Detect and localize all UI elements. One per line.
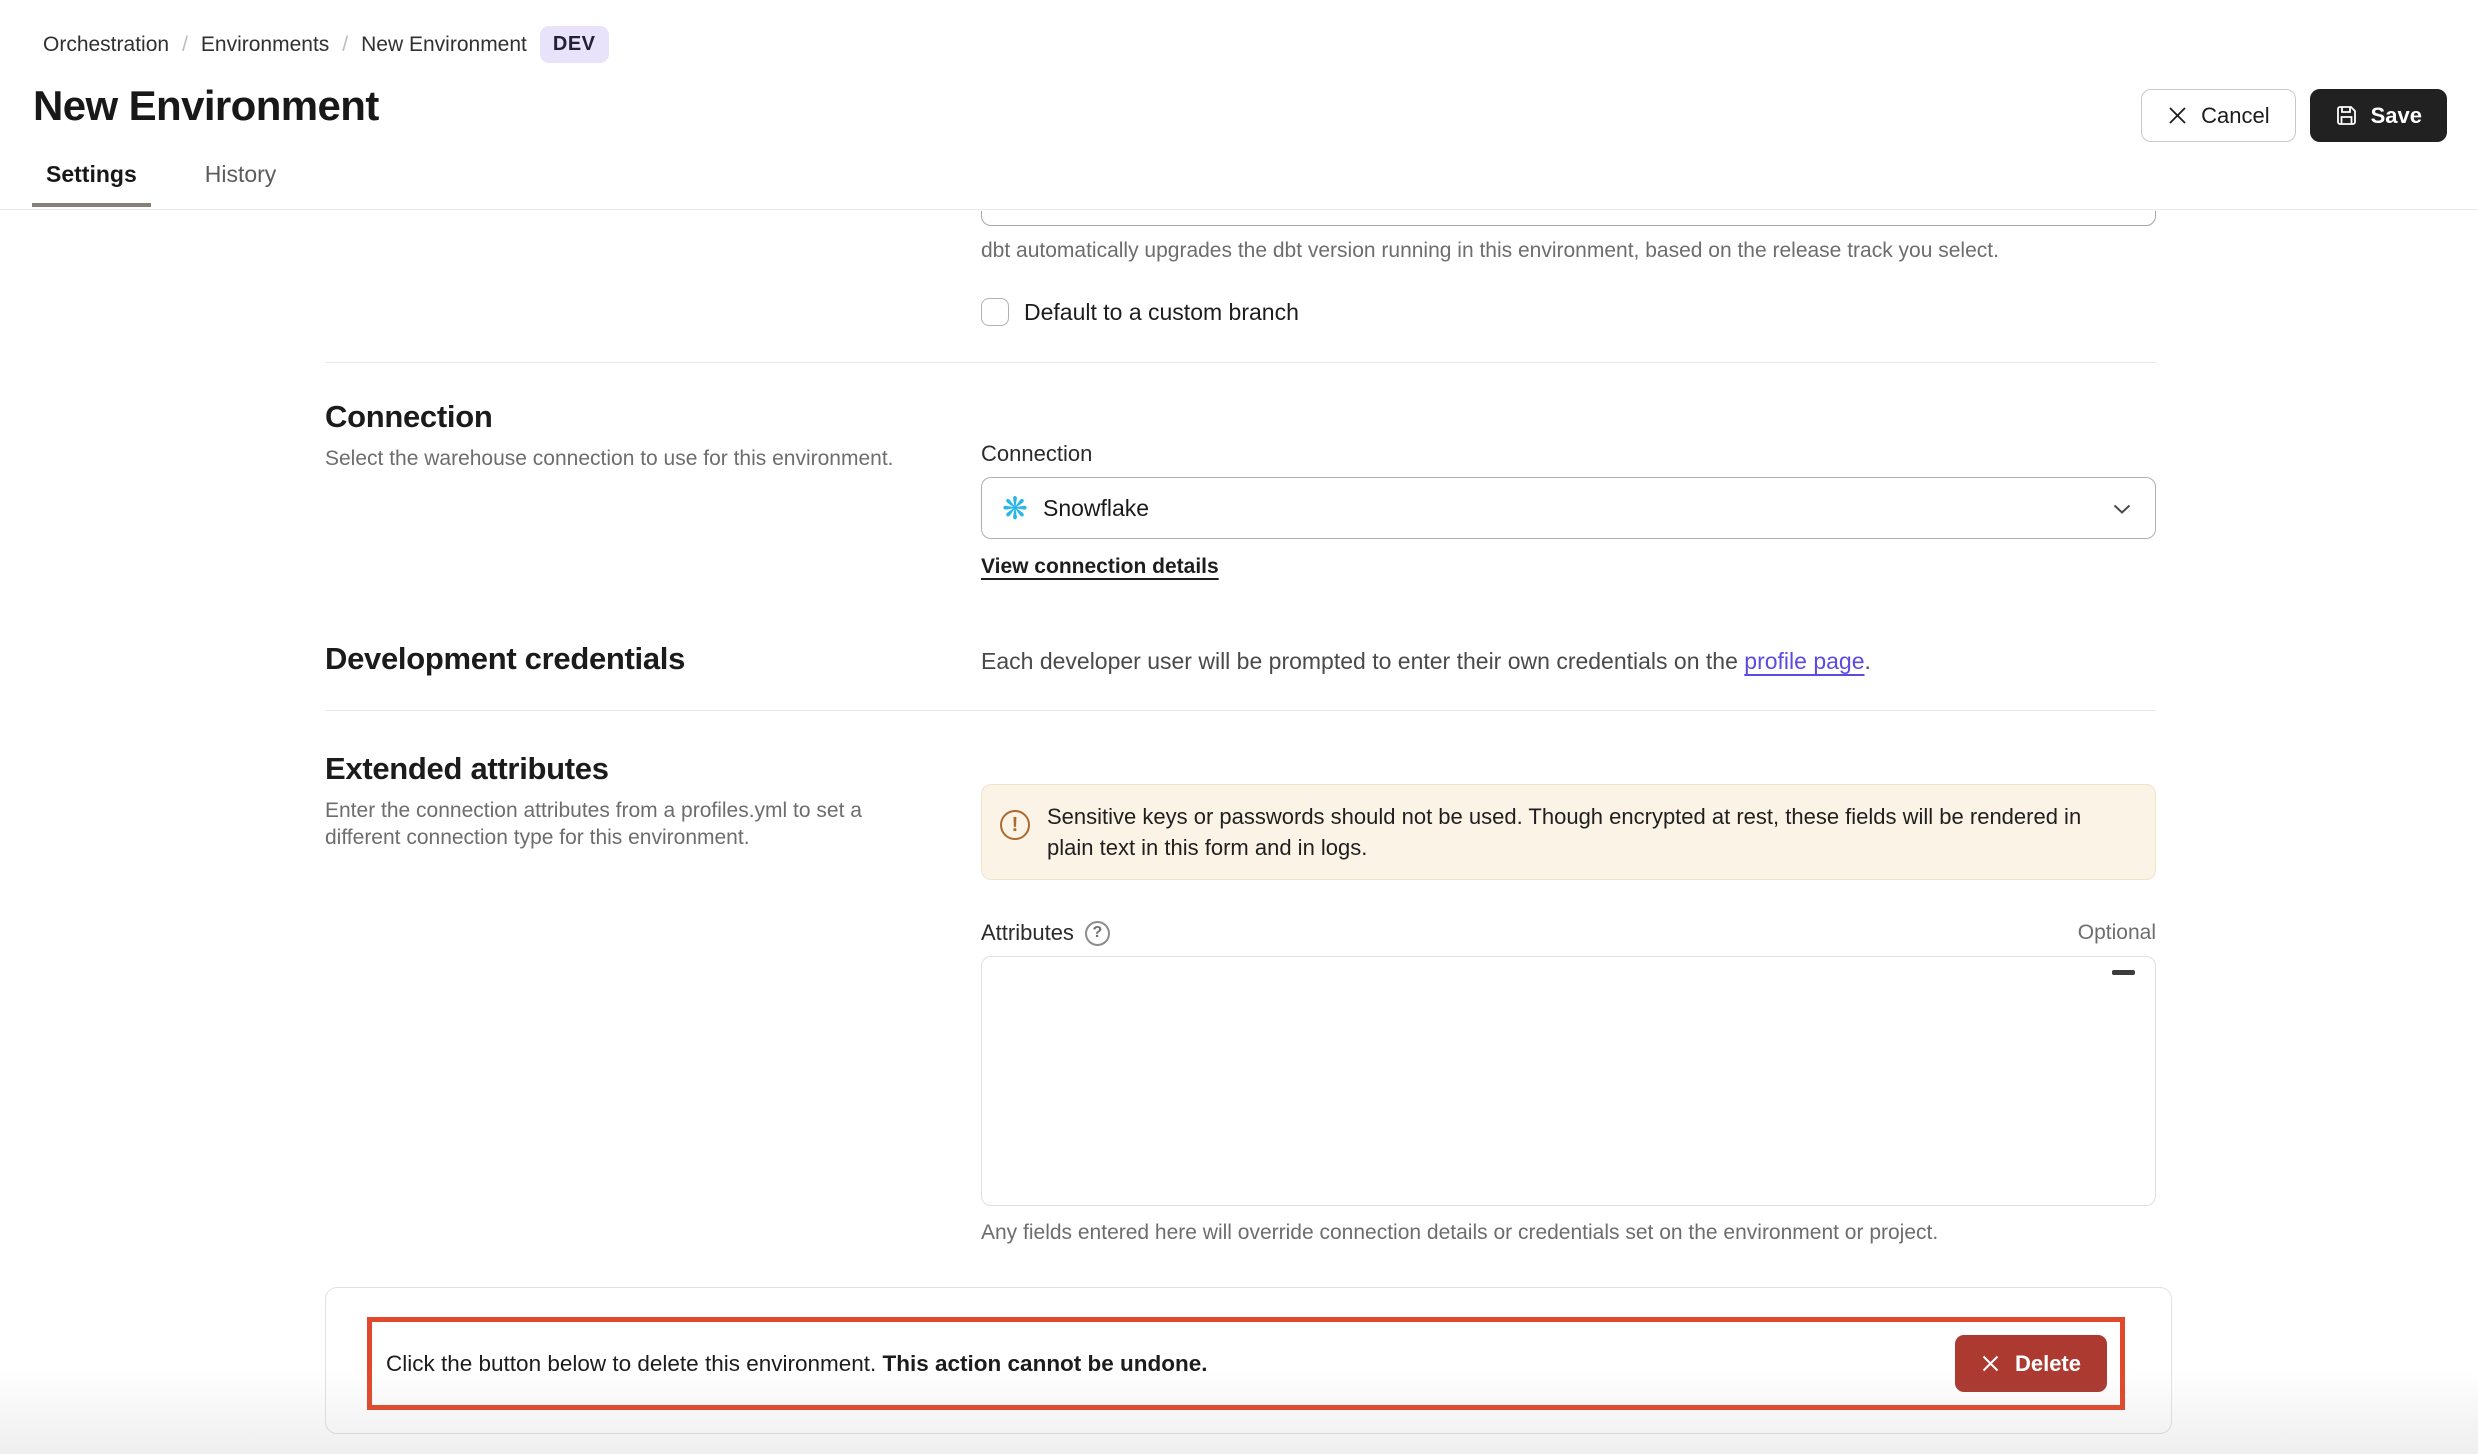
chevron-down-icon <box>2113 504 2131 514</box>
connection-heading: Connection <box>325 399 935 435</box>
dev-credentials-text: Each developer user will be prompted to … <box>981 641 2156 676</box>
tab-settings[interactable]: Settings <box>32 161 151 207</box>
extended-attributes-heading: Extended attributes <box>325 751 935 787</box>
custom-branch-checkbox[interactable] <box>981 298 1009 326</box>
profile-page-link[interactable]: profile page <box>1744 648 1864 674</box>
attributes-helper-text: Any fields entered here will override co… <box>981 1221 2156 1245</box>
cancel-button-label: Cancel <box>2201 103 2269 129</box>
breadcrumb: Orchestration / Environments / New Envir… <box>43 26 609 63</box>
release-track-helper-text: dbt automatically upgrades the dbt versi… <box>981 239 2156 263</box>
delete-button[interactable]: Delete <box>1955 1335 2107 1392</box>
dev-credentials-text-after: . <box>1864 648 1870 674</box>
optional-label: Optional <box>2078 921 2156 945</box>
close-icon <box>2167 105 2188 126</box>
env-dev-badge: DEV <box>540 26 609 63</box>
section-development-credentials: Development credentials Each developer u… <box>325 641 2156 677</box>
breadcrumb-separator: / <box>342 33 348 57</box>
view-connection-details-link[interactable]: View connection details <box>981 555 1219 579</box>
custom-branch-label: Default to a custom branch <box>1024 299 1299 326</box>
breadcrumb-separator: / <box>182 33 188 57</box>
release-track-input[interactable] <box>981 211 2156 226</box>
page-title: New Environment <box>33 82 379 130</box>
tab-history[interactable]: History <box>191 161 291 207</box>
close-icon <box>1981 1354 2000 1373</box>
section-extended-attributes: Extended attributes Enter the connection… <box>325 711 2156 1245</box>
tab-bar: Settings History <box>32 161 290 207</box>
connection-selected-value: Snowflake <box>1043 495 1149 522</box>
save-floppy-icon <box>2335 104 2358 127</box>
connection-select[interactable]: Snowflake <box>981 477 2156 539</box>
attributes-textarea[interactable] <box>981 956 2156 1206</box>
help-question-icon[interactable] <box>1085 921 1110 946</box>
custom-branch-row: Default to a custom branch <box>981 298 2156 326</box>
delete-button-label: Delete <box>2015 1351 2081 1377</box>
breadcrumb-item-new-environment[interactable]: New Environment <box>361 33 527 57</box>
connection-description: Select the warehouse connection to use f… <box>325 445 925 472</box>
warning-banner-text: Sensitive keys or passwords should not b… <box>1047 801 2131 863</box>
collapse-dash-icon[interactable] <box>2112 970 2135 975</box>
alert-circle-icon <box>1000 810 1030 840</box>
sensitive-keys-warning-banner: Sensitive keys or passwords should not b… <box>981 784 2156 880</box>
snowflake-icon <box>1002 493 1028 524</box>
connection-field-label: Connection <box>981 441 2156 467</box>
attributes-label: Attributes <box>981 920 1074 946</box>
delete-warning-text-bold: This action cannot be undone. <box>883 1351 1208 1376</box>
dev-credentials-heading: Development credentials <box>325 641 935 677</box>
header-actions: Cancel Save <box>2141 89 2447 142</box>
settings-form: dbt automatically upgrades the dbt versi… <box>325 210 2156 1434</box>
release-track-input-clipped <box>981 211 2156 226</box>
dev-credentials-text-before: Each developer user will be prompted to … <box>981 648 1744 674</box>
extended-attributes-description: Enter the connection attributes from a p… <box>325 797 925 851</box>
delete-warning-text: Click the button below to delete this en… <box>386 1351 1208 1377</box>
save-button-label: Save <box>2371 103 2422 129</box>
delete-annotation-highlight: Click the button below to delete this en… <box>367 1317 2125 1410</box>
save-button[interactable]: Save <box>2310 89 2447 142</box>
danger-zone-card: Click the button below to delete this en… <box>325 1287 2172 1434</box>
attributes-label-row: Attributes Optional <box>981 920 2156 946</box>
breadcrumb-item-environments[interactable]: Environments <box>201 33 329 57</box>
cancel-button[interactable]: Cancel <box>2141 89 2295 142</box>
delete-warning-text-normal: Click the button below to delete this en… <box>386 1351 883 1376</box>
section-connection: Connection Select the warehouse connecti… <box>325 363 2156 579</box>
breadcrumb-item-orchestration[interactable]: Orchestration <box>43 33 169 57</box>
